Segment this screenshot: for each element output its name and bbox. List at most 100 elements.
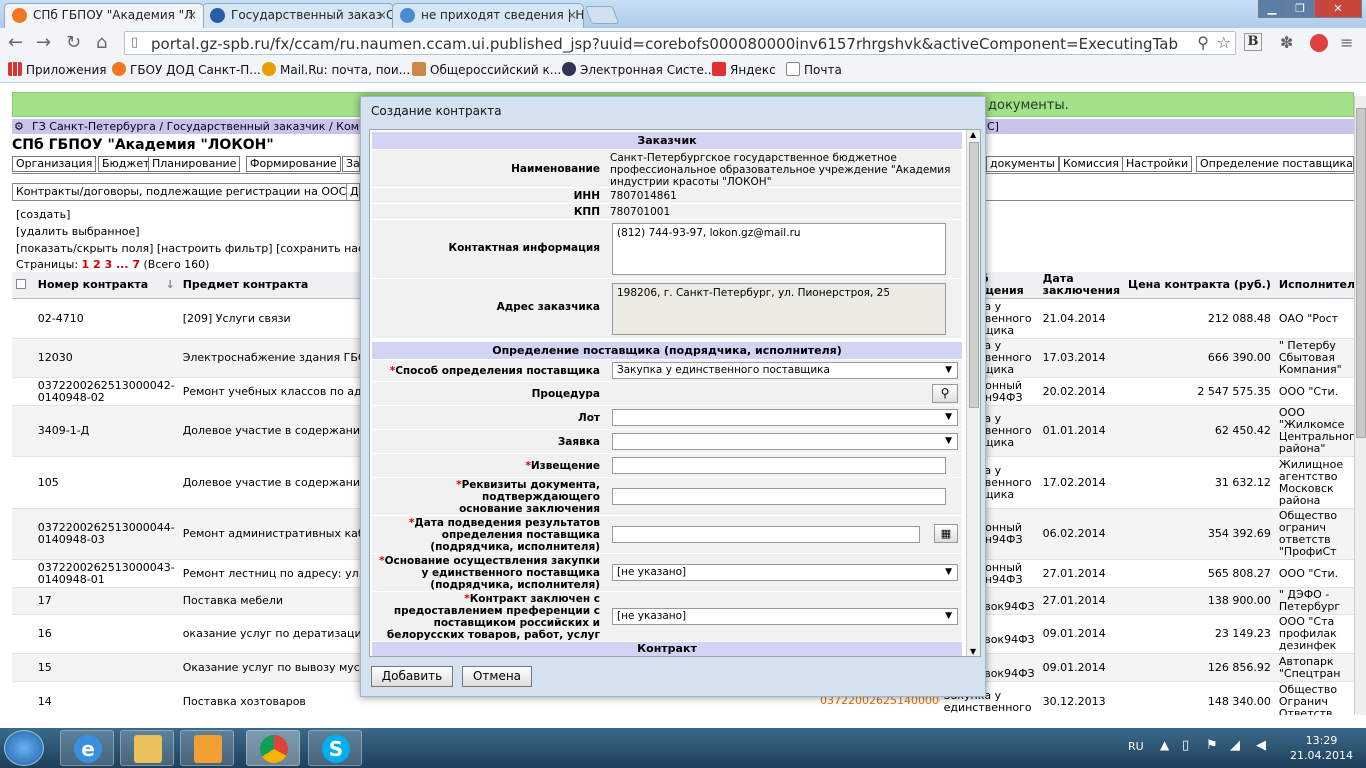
reload-icon[interactable]: ↻: [66, 32, 81, 54]
scroll-down-icon[interactable]: ▼: [970, 647, 976, 656]
row-checkbox[interactable]: [12, 653, 34, 682]
procedure-search-icon[interactable]: ⚲: [932, 384, 958, 403]
taskbar-skype[interactable]: S: [308, 730, 362, 766]
col-price[interactable]: Цена контракта (руб.): [1124, 272, 1275, 299]
notice-input[interactable]: [612, 457, 946, 474]
col-executor[interactable]: Исполнитель: [1274, 272, 1366, 299]
bid-select[interactable]: [612, 433, 958, 450]
signal-icon[interactable]: ◢: [1230, 738, 1240, 753]
home-icon[interactable]: ⌂: [96, 32, 107, 54]
bookmark-item[interactable]: Электронная Систе...: [562, 62, 715, 77]
menu-settings[interactable]: Настройки: [1122, 156, 1193, 172]
scroll-thumb[interactable]: [1356, 108, 1366, 438]
page-scrollbar[interactable]: [1354, 96, 1366, 715]
bookmark-item[interactable]: Почта: [786, 62, 842, 77]
taskbar-ie[interactable]: e: [60, 730, 114, 766]
extension-red-icon[interactable]: [1310, 34, 1328, 52]
cancel-button[interactable]: Отмена: [462, 666, 532, 687]
doc-input[interactable]: [612, 488, 946, 505]
cell-number: 105: [33, 456, 179, 509]
row-checkbox[interactable]: [12, 508, 34, 560]
row-checkbox[interactable]: [12, 456, 34, 509]
browser-tab-active[interactable]: СПб ГБПОУ "Академия "Л ×: [4, 3, 204, 28]
close-tab-icon[interactable]: ×: [567, 4, 577, 27]
browser-tab[interactable]: Государственный заказ С ×: [202, 3, 394, 28]
row-checkbox[interactable]: [12, 559, 34, 588]
menu-organization[interactable]: Организация: [12, 156, 97, 172]
back-arrow-icon[interactable]: ←: [8, 32, 23, 54]
network-icon[interactable]: ▯: [1182, 738, 1189, 753]
close-tab-icon[interactable]: ×: [377, 4, 387, 27]
bookmark-item[interactable]: Общероссийский к...: [412, 62, 561, 77]
add-button[interactable]: Добавить: [371, 666, 453, 687]
address-bar[interactable]: ▯ portal.gz-spb.ru/fx/ccam/ru.naumen.cca…: [124, 31, 1236, 55]
tray-arrow-icon[interactable]: ▲: [1160, 738, 1169, 752]
taskbar-chrome[interactable]: [246, 730, 300, 766]
col-date[interactable]: Дата заключения: [1038, 272, 1124, 299]
dialog-title: Создание контракта: [371, 104, 502, 118]
browser-tab[interactable]: не приходят сведения | Н ×: [392, 3, 584, 28]
volume-icon[interactable]: ◀: [1256, 738, 1266, 753]
label-reason: *Основание осуществления закупки у единс…: [379, 555, 600, 591]
dialog-scroll-thumb[interactable]: [969, 142, 979, 408]
close-tab-icon[interactable]: ×: [187, 4, 197, 27]
mailru-icon: [262, 62, 276, 76]
menu-planning[interactable]: Планирование: [148, 156, 241, 172]
extension-paw-icon[interactable]: ✽: [1280, 32, 1293, 54]
row-checkbox[interactable]: [12, 681, 34, 715]
row-checkbox[interactable]: [12, 614, 34, 654]
preference-select[interactable]: [не указано]: [612, 608, 958, 625]
breadcrumb-text[interactable]: ГЗ Санкт-Петербурга / Государственный за…: [32, 120, 373, 133]
close-window-button[interactable]: ✕: [1314, 0, 1362, 18]
dialog-scrollbar[interactable]: ▲ ▼: [966, 130, 980, 656]
row-checkbox[interactable]: [12, 377, 34, 406]
select-all-checkbox[interactable]: [12, 272, 34, 299]
calendar-icon[interactable]: ▦: [934, 524, 958, 543]
forward-arrow-icon[interactable]: →: [36, 32, 51, 54]
row-checkbox[interactable]: [12, 587, 34, 615]
lot-select[interactable]: [612, 409, 958, 426]
new-tab-button[interactable]: [584, 6, 620, 24]
menu-budget[interactable]: Бюджет: [98, 156, 154, 172]
address-textarea: 198206, г. Санкт-Петербург, ул. Пионерст…: [612, 283, 946, 335]
search-icon[interactable]: ⚲: [1197, 33, 1209, 52]
page-links[interactable]: 1 2 3 ... 7: [82, 258, 140, 271]
menu-forming[interactable]: Формирование: [246, 156, 341, 172]
menu-supplier-determination[interactable]: Определение поставщика: [1196, 156, 1354, 172]
pages-label: Страницы:: [16, 258, 79, 271]
language-indicator[interactable]: RU: [1128, 740, 1144, 753]
minimize-button[interactable]: ▁: [1258, 0, 1286, 18]
menu-icon[interactable]: ≡: [1340, 32, 1353, 54]
menu-documents[interactable]: документы: [986, 156, 1059, 172]
tab-next[interactable]: Д: [346, 183, 360, 200]
system-clock[interactable]: 13:29 21.04.2014: [1290, 733, 1353, 763]
maximize-button[interactable]: ❐: [1286, 0, 1314, 18]
scroll-up-icon[interactable]: ▲: [970, 130, 976, 139]
reason-select[interactable]: [не указано]: [612, 564, 958, 581]
bookmark-item[interactable]: Mail.Ru: почта, пои...: [262, 62, 410, 77]
row-checkbox[interactable]: [12, 338, 34, 378]
contact-textarea[interactable]: (812) 744-93-97, lokon.gz@mail.ru: [612, 223, 946, 275]
menu-za[interactable]: За: [342, 156, 360, 172]
date-input[interactable]: [612, 526, 920, 543]
bookmark-item[interactable]: ГБОУ ДОД Санкт-П...: [112, 62, 261, 77]
bookmark-star-icon[interactable]: ☆: [1217, 33, 1231, 52]
delete-selected-link[interactable]: [удалить выбранное]: [16, 225, 140, 238]
col-number[interactable]: Номер контракта ↓: [33, 272, 179, 299]
create-link[interactable]: [создать]: [16, 208, 70, 221]
media-player-icon: [194, 735, 222, 763]
menu-commission[interactable]: Комиссия: [1059, 156, 1123, 172]
flag-icon[interactable]: ⚑: [1206, 738, 1218, 753]
start-button[interactable]: [4, 730, 44, 766]
method-select[interactable]: Закупка у единственного поставщика: [612, 362, 958, 379]
bookmark-apps[interactable]: Приложения: [8, 62, 107, 77]
row-checkbox[interactable]: [12, 298, 34, 339]
extension-b-icon[interactable]: B: [1244, 33, 1262, 51]
table-options-links[interactable]: [показать/скрыть поля] [настроить фильтр…: [16, 242, 370, 255]
row-checkbox[interactable]: [12, 405, 34, 457]
taskbar-media[interactable]: [180, 730, 234, 766]
bookmark-item[interactable]: Яндекс: [712, 62, 776, 77]
tab-contracts-registration[interactable]: Контракты/договоры, подлежащие регистрац…: [12, 183, 351, 200]
taskbar-explorer[interactable]: [120, 730, 174, 766]
row-inn: ИНН 7807014861: [372, 188, 962, 204]
